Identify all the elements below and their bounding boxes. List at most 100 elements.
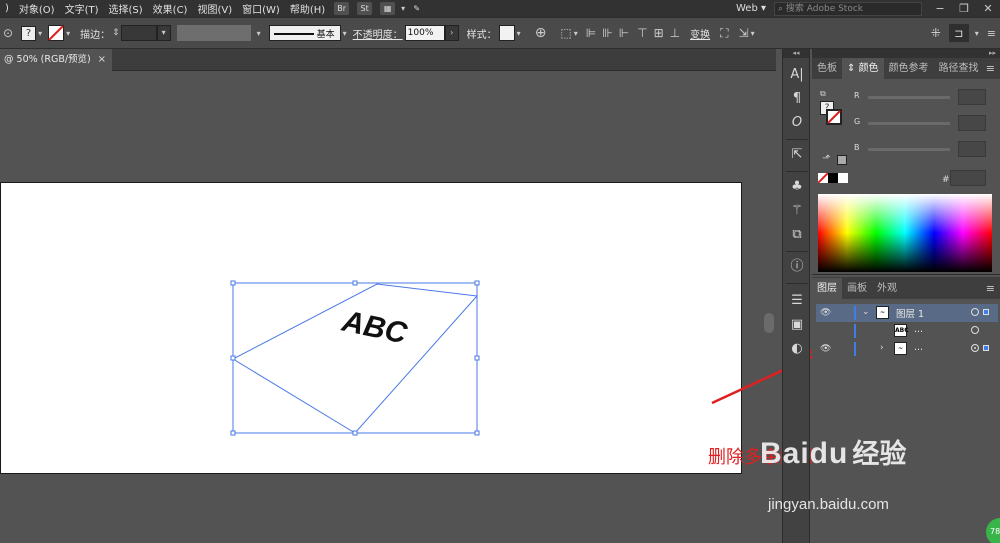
grid-options-icon[interactable]: ⁜ xyxy=(931,26,941,40)
menu-effect[interactable]: 效果(C) xyxy=(148,1,193,16)
align-to-icon[interactable]: ⬚ ▾ xyxy=(560,26,577,40)
stock-icon[interactable]: St xyxy=(357,2,373,15)
fill-stroke-indicator[interactable]: ⧉ ? xyxy=(820,89,844,127)
layer-row[interactable]: ABC ... xyxy=(816,322,998,340)
layer-name[interactable]: 图层 1 xyxy=(896,306,924,320)
bridge-icon[interactable]: Br xyxy=(334,2,350,15)
collapse-icon[interactable]: ◂◂ xyxy=(783,49,809,58)
web-safe-swatch[interactable] xyxy=(837,155,847,165)
align-top-icon[interactable]: ⊤ xyxy=(637,26,647,40)
stroke-panel-icon[interactable]: ☰ xyxy=(787,291,807,311)
artwork-text[interactable]: ABC xyxy=(338,304,411,350)
menu-object[interactable]: 对象(O) xyxy=(14,1,60,16)
tab-swatches[interactable]: 色板 xyxy=(812,58,842,79)
document-setup-icon[interactable]: ⊕ xyxy=(535,25,547,41)
align-right-icon[interactable]: ⊩ xyxy=(619,26,629,40)
g-value-input[interactable] xyxy=(958,115,986,131)
close-window-button[interactable]: ✕ xyxy=(976,2,1000,15)
align-bottom-icon[interactable]: ⊥ xyxy=(670,26,680,40)
eye-icon[interactable]: 👁 xyxy=(820,343,832,355)
fill-swatch[interactable]: ? ▾ xyxy=(21,25,42,41)
eye-icon[interactable]: 👁 xyxy=(820,307,832,319)
symbols-icon[interactable]: ♣ xyxy=(787,177,807,197)
chevron-down-icon[interactable]: ▾ xyxy=(975,29,979,38)
vertical-scrollbar[interactable] xyxy=(764,313,774,333)
transform-link[interactable]: 变换 xyxy=(690,26,710,41)
layer-name[interactable]: ... xyxy=(914,342,923,353)
gradient-icon[interactable]: ▣ xyxy=(787,315,807,335)
arrange-documents-icon[interactable]: ▦ xyxy=(380,2,396,15)
illustrator-window: ) 对象(O) 文字(T) 选择(S) 效果(C) 视图(V) 窗口(W) 帮助… xyxy=(0,0,1000,543)
tab-artboards[interactable]: 画板 xyxy=(842,278,872,299)
isolate-icon[interactable]: ⛶ xyxy=(720,26,728,41)
stroke-swatch[interactable]: ▾ xyxy=(48,25,70,41)
transparency-icon[interactable]: ◐ xyxy=(787,339,807,359)
artwork-layer[interactable]: ABC xyxy=(0,182,742,474)
brush-definition[interactable]: 基本 ▾ xyxy=(268,25,347,41)
slider-g[interactable]: G xyxy=(854,115,996,131)
document-tab[interactable]: @ 50% (RGB/预览) × xyxy=(0,49,112,71)
panel-menu-icon[interactable]: ≡ xyxy=(987,27,996,40)
canvas-area[interactable]: ABC xyxy=(0,71,776,543)
tab-layers[interactable]: 图层 xyxy=(812,278,842,299)
hex-input[interactable] xyxy=(950,170,986,186)
layer-name[interactable]: ... xyxy=(914,324,923,335)
selection-indicator[interactable] xyxy=(983,345,989,351)
tab-color-guide[interactable]: 颜色参考 xyxy=(884,58,934,79)
b-value-input[interactable] xyxy=(958,141,986,157)
tab-appearance[interactable]: 外观 xyxy=(872,278,902,299)
menu-type[interactable]: 文字(T) xyxy=(60,1,104,16)
arrange-icon[interactable]: ⇲ ▾ xyxy=(739,26,755,40)
r-value-input[interactable] xyxy=(958,89,986,105)
align-left-icon[interactable]: ⊫ xyxy=(586,26,596,40)
paragraph-icon[interactable]: ¶ xyxy=(787,89,807,109)
layer-row[interactable]: 👁 › ~ ... xyxy=(816,340,998,358)
opacity-field[interactable]: 100% › xyxy=(404,25,459,41)
restore-button[interactable]: ❐ xyxy=(952,2,976,15)
target-icon[interactable] xyxy=(971,326,979,334)
stroke-weight-field[interactable]: ⇕ ▾ xyxy=(112,25,171,41)
align-vcenter-icon[interactable]: ⊞ xyxy=(654,26,664,40)
quick-swatches[interactable] xyxy=(818,173,848,183)
selection-handles[interactable] xyxy=(230,280,480,436)
chevron-right-icon[interactable]: › xyxy=(880,343,884,353)
close-tab-icon[interactable]: × xyxy=(98,49,106,71)
export-icon[interactable]: ⇱ xyxy=(787,145,807,165)
minimize-button[interactable]: − xyxy=(928,2,952,15)
gpu-performance-icon[interactable]: ✎ xyxy=(409,2,424,15)
chevron-down-icon[interactable]: ⌄ xyxy=(862,307,870,317)
slider-b[interactable]: B xyxy=(854,141,996,157)
target-icon[interactable] xyxy=(971,308,979,316)
selection-bounding-box[interactable] xyxy=(232,282,478,434)
info-icon[interactable]: ⓘ xyxy=(787,257,807,277)
graphic-style-swatch[interactable]: ▾ xyxy=(498,25,521,41)
brushes-icon[interactable]: ⚚ xyxy=(787,201,807,221)
stock-search-input[interactable]: ⌕ 搜索 Adobe Stock xyxy=(774,1,922,16)
selection-indicator[interactable] xyxy=(983,309,989,315)
menu-bar: ) 对象(O) 文字(T) 选择(S) 效果(C) 视图(V) 窗口(W) 帮助… xyxy=(0,0,1000,17)
menu-window[interactable]: 窗口(W) xyxy=(237,1,285,16)
out-of-gamut-icon[interactable]: ⬏ xyxy=(822,153,830,164)
collapse-panel-icon[interactable]: ▸▸ xyxy=(812,49,1000,58)
color-spectrum[interactable] xyxy=(818,194,992,272)
panel-toggle-icon[interactable]: ⊐ xyxy=(948,24,969,42)
panel-menu-icon[interactable]: ≡ xyxy=(986,58,1000,79)
menu-help[interactable]: 帮助(H) xyxy=(285,1,330,16)
chevron-down-icon[interactable]: ▾ xyxy=(401,4,405,13)
menu-select[interactable]: 选择(S) xyxy=(104,1,148,16)
tab-color[interactable]: ⇕ 颜色 xyxy=(842,58,884,79)
layers-menu-icon[interactable]: ≡ xyxy=(986,278,1000,299)
recolor-icon[interactable]: ⊙ xyxy=(3,26,13,40)
opentype-icon[interactable]: O xyxy=(787,113,807,133)
slider-r[interactable]: R xyxy=(854,89,996,105)
layer-row[interactable]: 👁 ⌄ ~ 图层 1 xyxy=(816,304,998,322)
align-hcenter-icon[interactable]: ⊪ xyxy=(602,26,612,40)
workspace-switcher[interactable]: Web ▾ xyxy=(728,3,774,14)
menu-view[interactable]: 视图(V) xyxy=(192,1,237,16)
tab-pathfinder[interactable]: 路径查找 xyxy=(934,58,984,79)
character-icon[interactable]: A| xyxy=(787,65,807,85)
opacity-label[interactable]: 不透明度： xyxy=(353,26,403,41)
variable-width-profile[interactable]: ▾ xyxy=(176,25,261,41)
target-icon[interactable] xyxy=(971,344,979,352)
asset-export-icon[interactable]: ⧉ xyxy=(787,225,807,245)
